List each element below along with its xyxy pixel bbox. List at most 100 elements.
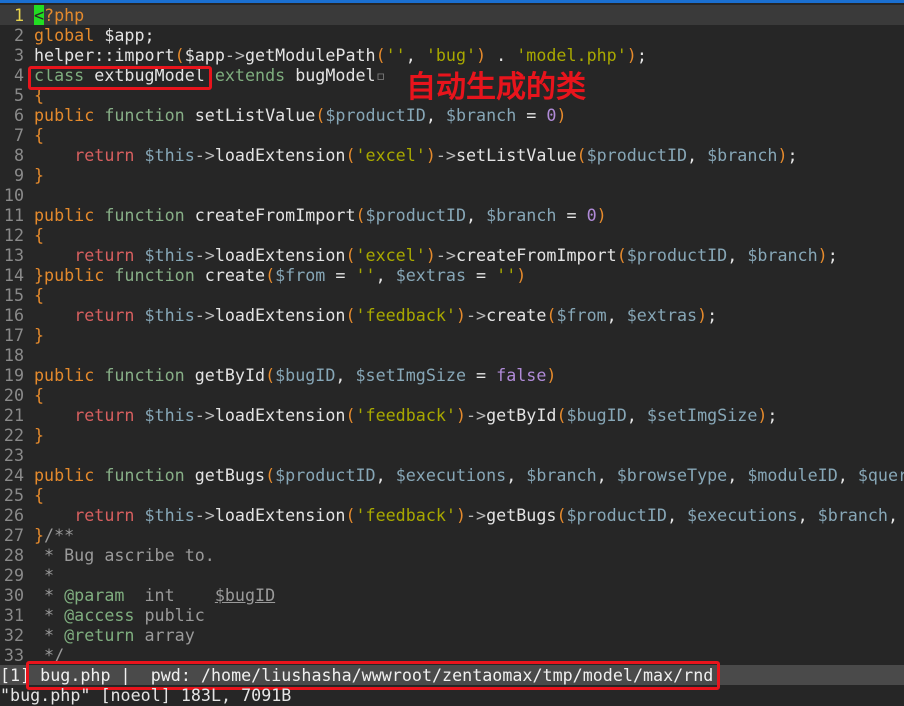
code-line[interactable]: 9} bbox=[0, 165, 904, 185]
code-line[interactable]: 11 public function createFromImport($prod… bbox=[0, 205, 904, 225]
code-line[interactable]: 20 { bbox=[0, 385, 904, 405]
code-token: createFromImport bbox=[184, 205, 356, 225]
code-token: -> bbox=[194, 145, 215, 165]
code-line[interactable]: 7{ bbox=[0, 125, 904, 145]
code-token: -> bbox=[435, 145, 456, 165]
code-token: ( bbox=[315, 105, 326, 125]
code-line[interactable]: 10 bbox=[0, 185, 904, 205]
code-token: ( bbox=[355, 205, 366, 225]
code-line[interactable]: 8 return $this->loadExtension('excel')->… bbox=[0, 145, 904, 165]
code-line[interactable]: 32 * @return array bbox=[0, 625, 904, 645]
code-token: $quer bbox=[857, 465, 904, 485]
code-token: '' bbox=[355, 265, 376, 285]
code-token: setListValue bbox=[184, 105, 316, 125]
code-line[interactable]: 22} bbox=[0, 425, 904, 445]
code-line[interactable]: 26 return $this->loadExtension('feedback… bbox=[0, 505, 904, 525]
code-token: public bbox=[34, 365, 95, 385]
code-token: $this bbox=[144, 505, 195, 525]
code-token: = bbox=[516, 105, 547, 125]
code-token: ( bbox=[265, 465, 276, 485]
line-number: 27 bbox=[3, 525, 24, 545]
code-token: extends bbox=[214, 65, 286, 85]
code-line[interactable]: 6 public function setListValue($productID… bbox=[0, 105, 904, 125]
code-token: global bbox=[34, 25, 95, 45]
code-line[interactable]: 1 <?php bbox=[0, 5, 904, 25]
code-line[interactable]: 18 bbox=[0, 345, 904, 365]
line-number: 5 bbox=[13, 85, 24, 105]
code-token: return bbox=[74, 405, 135, 425]
code-token: , bbox=[727, 245, 748, 265]
code-token: loadExtension bbox=[214, 405, 346, 425]
code-token: helper::import bbox=[34, 45, 175, 65]
code-token: '' bbox=[385, 45, 406, 65]
code-token: public bbox=[34, 205, 95, 225]
code-token: $from bbox=[275, 265, 326, 285]
code-token: ▫ bbox=[375, 65, 386, 85]
code-token: ( bbox=[556, 405, 567, 425]
code-line[interactable]: 21 return $this->loadExtension('feedback… bbox=[0, 405, 904, 425]
code-token: , bbox=[687, 145, 708, 165]
code-line[interactable]: 14}public function create($from = '', $e… bbox=[0, 265, 904, 285]
code-token: setListValue bbox=[455, 145, 577, 165]
code-token: $this bbox=[144, 145, 195, 165]
code-token: getById bbox=[486, 405, 557, 425]
code-line[interactable]: 13 return $this->loadExtension('excel')-… bbox=[0, 245, 904, 265]
highlight-box-class bbox=[28, 66, 212, 90]
code-token: ) bbox=[516, 265, 527, 285]
code-line[interactable]: 15 { bbox=[0, 285, 904, 305]
code-line[interactable]: 23 bbox=[0, 445, 904, 465]
code-token: $this bbox=[144, 405, 195, 425]
code-token: $this bbox=[144, 245, 195, 265]
code-token: { bbox=[34, 485, 45, 505]
code-token: , bbox=[466, 205, 487, 225]
line-number: 17 bbox=[3, 325, 24, 345]
line-number: 33 bbox=[3, 645, 24, 665]
command-line[interactable]: "bug.php" [noeol] 183L, 7091B bbox=[0, 685, 904, 706]
code-line[interactable]: 25 { bbox=[0, 485, 904, 505]
line-number: 14 bbox=[3, 265, 24, 285]
code-token: @param bbox=[64, 585, 125, 605]
code-line[interactable]: 24 public function getBugs($productID, $e… bbox=[0, 465, 904, 485]
code-token: loadExtension bbox=[214, 245, 346, 265]
code-line[interactable]: 12 { bbox=[0, 225, 904, 245]
code-line[interactable]: 16 return $this->loadExtension('feedback… bbox=[0, 305, 904, 325]
code-token: ; bbox=[767, 405, 778, 425]
code-token: -> bbox=[435, 245, 456, 265]
code-token: $app bbox=[184, 45, 225, 65]
code-token: $extras bbox=[395, 265, 467, 285]
code-line[interactable]: 31 * @access public bbox=[0, 605, 904, 625]
code-line[interactable]: 2 global $app; bbox=[0, 25, 904, 45]
code-token: ( bbox=[616, 245, 627, 265]
code-line[interactable]: 27}/** bbox=[0, 525, 904, 545]
code-token: $setImgSize bbox=[646, 405, 758, 425]
code-token: loadExtension bbox=[214, 505, 346, 525]
line-number: 21 bbox=[3, 405, 24, 425]
code-token: -> bbox=[194, 305, 215, 325]
code-token: -> bbox=[194, 245, 215, 265]
code-token: ( bbox=[265, 265, 276, 285]
code-line[interactable]: 29 * bbox=[0, 565, 904, 585]
line-number: 19 bbox=[3, 365, 24, 385]
code-token: $extras bbox=[626, 305, 698, 325]
code-token: = bbox=[325, 265, 356, 285]
code-token: ) bbox=[556, 105, 567, 125]
code-token: $bugID bbox=[566, 405, 627, 425]
code-token: ; bbox=[827, 245, 838, 265]
code-token: ?php bbox=[44, 5, 85, 25]
code-line[interactable]: 30 * @param int $bugID bbox=[0, 585, 904, 605]
code-token: ) bbox=[817, 245, 828, 265]
code-token: $app; bbox=[94, 25, 155, 45]
line-number: 13 bbox=[3, 245, 24, 265]
code-line[interactable]: 17} bbox=[0, 325, 904, 345]
code-token: public bbox=[34, 105, 95, 125]
code-line[interactable]: 19 public function getById($bugID, $setIm… bbox=[0, 365, 904, 385]
code-token: ; bbox=[707, 305, 718, 325]
code-token: getModulePath bbox=[244, 45, 376, 65]
code-line[interactable]: 28 * Bug ascribe to. bbox=[0, 545, 904, 565]
